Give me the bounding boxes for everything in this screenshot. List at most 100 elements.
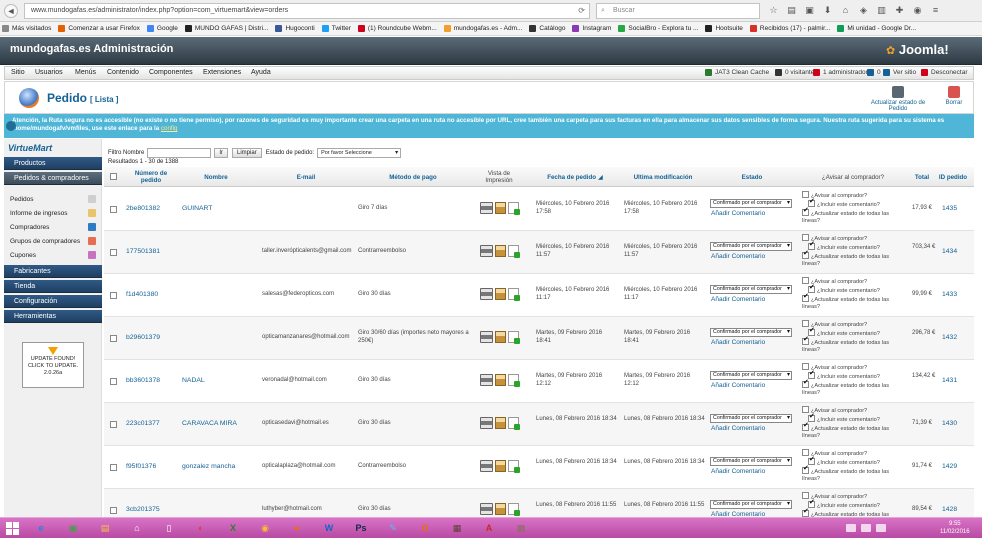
order-status-select[interactable]: Confirmado por el comprador xyxy=(710,242,792,251)
order-status-select[interactable]: Confirmado por el comprador xyxy=(710,285,792,294)
update-lines-checkbox[interactable] xyxy=(802,379,809,388)
row-checkbox[interactable] xyxy=(110,464,117,471)
include-comment-option[interactable]: ¿Incluir este comentario? xyxy=(802,327,908,338)
package-icon[interactable] xyxy=(495,374,506,386)
package-icon[interactable] xyxy=(495,202,506,214)
notify-customer-option[interactable]: ¿Avisar al comprador? xyxy=(802,234,908,243)
delete-button[interactable]: Borrar xyxy=(939,86,969,106)
printer-icon[interactable] xyxy=(480,503,493,515)
include-comment-checkbox[interactable] xyxy=(808,284,815,293)
order-number-link[interactable]: 3cb201375 xyxy=(126,506,160,514)
update-lines-option[interactable]: ¿Actualizar estado de todas las líneas? xyxy=(802,422,908,440)
status-item[interactable]: Desconectar xyxy=(921,69,968,76)
order-status-select[interactable]: Confirmado por el comprador xyxy=(710,328,792,337)
include-comment-checkbox[interactable] xyxy=(808,413,815,422)
order-id-link[interactable]: 1432 xyxy=(942,334,957,342)
update-lines-option[interactable]: ¿Actualizar estado de todas las líneas? xyxy=(802,207,908,225)
status-filter-select[interactable]: Por favor Seleccione xyxy=(317,147,402,158)
filter-name-input[interactable] xyxy=(147,147,212,158)
notify-customer-option[interactable]: ¿Avisar al comprador? xyxy=(802,363,908,372)
col-modified[interactable]: Ultima modificación xyxy=(620,167,706,187)
package-icon[interactable] xyxy=(495,417,506,429)
sidebar-section[interactable]: Herramientas xyxy=(4,310,102,323)
chat-icon[interactable]: ▩ xyxy=(510,520,532,537)
network-icon[interactable] xyxy=(861,524,871,532)
update-lines-option[interactable]: ¿Actualizar estado de todas las líneas? xyxy=(802,293,908,311)
menu-item-6[interactable]: Ayuda xyxy=(251,69,271,76)
bookmark-item[interactable]: Twitter xyxy=(321,25,351,32)
sidebar-section[interactable]: Pedidos & compradores xyxy=(4,172,102,185)
invoice-icon[interactable] xyxy=(508,331,520,344)
customer-name-link[interactable]: GUINART xyxy=(182,205,212,213)
sidebar-section[interactable]: Productos xyxy=(4,157,102,170)
update-lines-checkbox[interactable] xyxy=(802,508,809,517)
star-icon[interactable]: ☆ xyxy=(768,4,779,16)
col-payment[interactable]: Método de pago xyxy=(356,167,470,187)
row-checkbox[interactable] xyxy=(110,249,117,256)
clear-button[interactable]: Limpiar xyxy=(232,147,262,158)
update-status-button[interactable]: Actualizar estado de Pedido xyxy=(861,86,935,112)
update-lines-option[interactable]: ¿Actualizar estado de todas las líneas? xyxy=(802,465,908,483)
col-status[interactable]: Estado xyxy=(708,167,796,187)
col-email[interactable]: E-mail xyxy=(256,167,356,187)
invoice-icon[interactable] xyxy=(508,460,520,473)
bookmark-item[interactable]: Mi unidad - Google Dr... xyxy=(837,25,916,32)
order-id-link[interactable]: 1431 xyxy=(942,377,957,385)
package-icon[interactable] xyxy=(495,288,506,300)
include-comment-checkbox[interactable] xyxy=(808,241,815,250)
include-comment-checkbox[interactable] xyxy=(808,499,815,508)
volume-icon[interactable] xyxy=(876,524,886,532)
add-comment-link[interactable]: Añadir Comentario xyxy=(711,382,765,389)
order-number-link[interactable]: b29601379 xyxy=(126,334,160,342)
add-comment-link[interactable]: Añadir Comentario xyxy=(711,296,765,303)
update-lines-checkbox[interactable] xyxy=(802,293,809,302)
word-icon[interactable]: W xyxy=(318,520,340,537)
status-item[interactable]: 0 visitantes xyxy=(775,69,818,76)
row-checkbox[interactable] xyxy=(110,335,117,342)
bookmark-item[interactable]: Hugoconti xyxy=(275,25,315,32)
invoice-icon[interactable] xyxy=(508,417,520,430)
col-number[interactable]: Número de pedido xyxy=(126,167,176,187)
notify-customer-checkbox[interactable] xyxy=(802,320,809,327)
include-comment-option[interactable]: ¿Incluir este comentario? xyxy=(802,284,908,295)
clock[interactable]: 9:55 11/02/2016 xyxy=(940,520,970,536)
bookmark-item[interactable]: Google xyxy=(146,25,178,32)
sidebar-section[interactable]: Tienda xyxy=(4,280,102,293)
col-date[interactable]: Fecha de pedido ◢ xyxy=(532,167,618,187)
include-comment-option[interactable]: ¿Incluir este comentario? xyxy=(802,413,908,424)
sidebar-subitem[interactable]: Cupones xyxy=(4,249,102,262)
bookmark-item[interactable]: Comenzar a usar Firefox xyxy=(58,25,140,32)
ie-icon[interactable]: e xyxy=(30,520,52,537)
add-comment-link[interactable]: Añadir Comentario xyxy=(711,425,765,432)
printer-icon[interactable] xyxy=(480,202,493,214)
headphones-icon[interactable]: ◐ xyxy=(190,520,212,537)
row-checkbox[interactable] xyxy=(110,292,117,299)
customer-name-link[interactable]: NADAL xyxy=(182,377,205,385)
paint-icon[interactable]: ✎ xyxy=(382,520,404,537)
reload-icon[interactable]: ⟳ xyxy=(578,4,585,18)
sidebar-section[interactable]: Configuración xyxy=(4,295,102,308)
package-icon[interactable] xyxy=(495,503,506,515)
update-lines-option[interactable]: ¿Actualizar estado de todas las líneas? xyxy=(802,336,908,354)
row-checkbox[interactable] xyxy=(110,421,117,428)
order-id-link[interactable]: 1435 xyxy=(942,205,957,213)
order-id-link[interactable]: 1430 xyxy=(942,420,957,428)
status-item[interactable]: 1 administrador xyxy=(813,69,868,76)
order-number-link[interactable]: 2be801382 xyxy=(126,205,160,213)
update-lines-checkbox[interactable] xyxy=(802,465,809,474)
package-icon[interactable] xyxy=(495,460,506,472)
order-status-select[interactable]: Confirmado por el comprador xyxy=(710,500,792,509)
printer-icon[interactable] xyxy=(480,417,493,429)
config-link[interactable]: config xyxy=(161,125,178,132)
bookmark-item[interactable]: mundogafas.es - Adm... xyxy=(443,25,522,32)
update-lines-checkbox[interactable] xyxy=(802,336,809,345)
row-checkbox[interactable] xyxy=(110,378,117,385)
sidebar-subitem[interactable]: Grupos de compradores xyxy=(4,235,102,248)
add-comment-link[interactable]: Añadir Comentario xyxy=(711,339,765,346)
update-lines-checkbox[interactable] xyxy=(802,422,809,431)
search-field[interactable]: ⌕ Buscar xyxy=(596,3,760,19)
download-icon[interactable]: ⬇ xyxy=(822,4,833,16)
package-icon[interactable] xyxy=(495,331,506,343)
order-number-link[interactable]: f1d401380 xyxy=(126,291,158,299)
sidebar-subitem[interactable]: Pedidos xyxy=(4,193,102,206)
